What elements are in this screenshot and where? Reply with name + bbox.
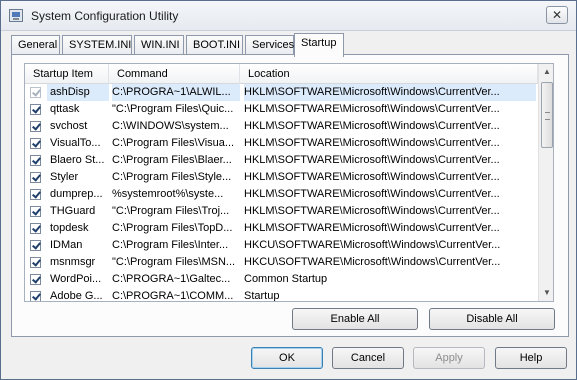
system-configuration-window: System Configuration Utility ✕ General S…	[0, 0, 577, 380]
startup-tab-panel: Startup Item Command Location ashDisp C:…	[11, 54, 569, 337]
startup-item-location: HKLM\SOFTWARE\Microsoft\Windows\CurrentV…	[244, 84, 536, 101]
row-checkbox[interactable]	[30, 121, 41, 132]
row-checkbox[interactable]	[30, 240, 41, 251]
startup-item-name: VisualTo...	[50, 137, 101, 149]
tab-system-ini[interactable]: SYSTEM.INI	[62, 35, 132, 56]
startup-item-command: %systemroot%\syste...	[112, 188, 224, 200]
tab-startup[interactable]: Startup	[294, 33, 344, 57]
startup-item-name: svchost	[50, 120, 88, 132]
title-bar[interactable]: System Configuration Utility ✕	[1, 1, 576, 31]
help-button[interactable]: Help	[495, 347, 567, 369]
startup-item-command: C:\Program Files\Visua...	[112, 137, 235, 149]
startup-item-location: Common Startup	[244, 273, 328, 285]
table-row[interactable]: topdesk C:\Program Files\TopD... HKLM\SO…	[25, 220, 538, 237]
startup-item-command: "C:\Program Files\MSN...	[112, 256, 236, 268]
table-row[interactable]: qttask "C:\Program Files\Quic... HKLM\SO…	[25, 101, 538, 118]
tab-general[interactable]: General	[11, 35, 60, 56]
startup-item-name: WordPoi...	[50, 273, 102, 285]
row-checkbox[interactable]	[30, 155, 41, 166]
scrollbar-thumb[interactable]	[541, 82, 553, 148]
startup-item-location: HKLM\SOFTWARE\Microsoft\Windows\CurrentV…	[244, 154, 500, 166]
startup-item-location: HKLM\SOFTWARE\Microsoft\Windows\CurrentV…	[244, 222, 500, 234]
row-checkbox[interactable]	[30, 223, 41, 234]
startup-item-name: IDMan	[50, 239, 83, 251]
cancel-button[interactable]: Cancel	[332, 347, 404, 369]
startup-items-list[interactable]: Startup Item Command Location ashDisp C:…	[24, 63, 554, 302]
row-checkbox[interactable]	[30, 291, 41, 301]
startup-item-command: C:\Program Files\Inter...	[112, 239, 229, 251]
column-header-startup-item[interactable]: Startup Item	[25, 64, 109, 84]
startup-item-command: C:\PROGRA~1\COMM...	[112, 290, 234, 302]
row-checkbox[interactable]	[30, 206, 41, 217]
startup-item-location: Startup	[244, 290, 280, 302]
disable-all-button[interactable]: Disable All	[429, 308, 555, 330]
table-row[interactable]: Blaero St... C:\Program Files\Blaer... H…	[25, 152, 538, 169]
vertical-scrollbar[interactable]: ▲ ▼	[538, 64, 553, 301]
column-header-command[interactable]: Command	[109, 64, 240, 84]
tab-strip: General SYSTEM.INI WIN.INI BOOT.INI Serv…	[11, 33, 571, 57]
row-checkbox[interactable]	[30, 257, 41, 268]
startup-item-name: ashDisp	[47, 84, 109, 101]
table-row[interactable]: THGuard "C:\Program Files\Troj... HKLM\S…	[25, 203, 538, 220]
table-row[interactable]: dumprep... %systemroot%\syste... HKLM\SO…	[25, 186, 538, 203]
startup-item-location: HKLM\SOFTWARE\Microsoft\Windows\CurrentV…	[244, 120, 500, 132]
table-row[interactable]: IDMan C:\Program Files\Inter... HKCU\SOF…	[25, 237, 538, 254]
table-row[interactable]: Adobe G... C:\PROGRA~1\COMM... Startup	[25, 288, 538, 302]
table-row[interactable]: WordPoi... C:\PROGRA~1\Galtec... Common …	[25, 271, 538, 288]
startup-item-command: "C:\Program Files\Quic...	[112, 103, 234, 115]
table-row[interactable]: msnmsgr "C:\Program Files\MSN... HKCU\SO…	[25, 254, 538, 271]
startup-item-name: dumprep...	[50, 188, 103, 200]
startup-item-command: C:\Program Files\Style...	[112, 171, 232, 183]
row-checkbox[interactable]	[30, 274, 41, 285]
startup-item-name: topdesk	[50, 222, 89, 234]
row-checkbox[interactable]	[30, 87, 41, 98]
row-checkbox[interactable]	[30, 104, 41, 115]
row-checkbox[interactable]	[30, 172, 41, 183]
column-header-location[interactable]: Location	[240, 64, 538, 84]
tab-win-ini[interactable]: WIN.INI	[134, 35, 184, 56]
startup-item-location: HKCU\SOFTWARE\Microsoft\Windows\CurrentV…	[244, 256, 501, 268]
tab-services[interactable]: Services	[245, 35, 294, 56]
row-checkbox[interactable]	[30, 189, 41, 200]
startup-item-location: HKLM\SOFTWARE\Microsoft\Windows\CurrentV…	[244, 205, 500, 217]
startup-item-name: qttask	[50, 103, 80, 115]
startup-item-command: C:\PROGRA~1\Galtec...	[112, 273, 231, 285]
table-row[interactable]: VisualTo... C:\Program Files\Visua... HK…	[25, 135, 538, 152]
startup-item-location: HKLM\SOFTWARE\Microsoft\Windows\CurrentV…	[244, 171, 500, 183]
enable-all-button[interactable]: Enable All	[292, 308, 418, 330]
list-rows: ashDisp C:\PROGRA~1\ALWIL... HKLM\SOFTWA…	[25, 84, 538, 302]
scroll-up-arrow-icon[interactable]: ▲	[539, 64, 553, 80]
startup-item-location: HKCU\SOFTWARE\Microsoft\Windows\CurrentV…	[244, 239, 501, 251]
msconfig-app-icon	[9, 9, 23, 22]
startup-item-command: "C:\Program Files\Troj...	[112, 205, 230, 217]
table-row[interactable]: ashDisp C:\PROGRA~1\ALWIL... HKLM\SOFTWA…	[25, 84, 538, 101]
startup-item-name: Styler	[50, 171, 79, 183]
startup-item-command: C:\Program Files\TopD...	[112, 222, 233, 234]
startup-item-name: Blaero St...	[50, 154, 105, 166]
startup-item-location: HKLM\SOFTWARE\Microsoft\Windows\CurrentV…	[244, 137, 500, 149]
table-row[interactable]: svchost C:\WINDOWS\system... HKLM\SOFTWA…	[25, 118, 538, 135]
list-header: Startup Item Command Location	[25, 64, 538, 84]
close-button[interactable]: ✕	[546, 6, 568, 24]
window-title: System Configuration Utility	[31, 9, 179, 23]
startup-item-name: msnmsgr	[50, 256, 96, 268]
startup-item-name: THGuard	[50, 205, 96, 217]
apply-button[interactable]: Apply	[413, 347, 485, 369]
ok-button[interactable]: OK	[251, 347, 323, 369]
table-row[interactable]: Styler C:\Program Files\Style... HKLM\SO…	[25, 169, 538, 186]
startup-item-command: C:\PROGRA~1\ALWIL...	[112, 84, 240, 101]
startup-item-location: HKLM\SOFTWARE\Microsoft\Windows\CurrentV…	[244, 188, 500, 200]
startup-item-command: C:\WINDOWS\system...	[112, 120, 229, 132]
tab-boot-ini[interactable]: BOOT.INI	[186, 35, 243, 56]
startup-item-command: C:\Program Files\Blaer...	[112, 154, 232, 166]
startup-item-location: HKLM\SOFTWARE\Microsoft\Windows\CurrentV…	[244, 103, 500, 115]
startup-item-name: Adobe G...	[50, 290, 103, 302]
row-checkbox[interactable]	[30, 138, 41, 149]
scroll-down-arrow-icon[interactable]: ▼	[539, 285, 553, 301]
